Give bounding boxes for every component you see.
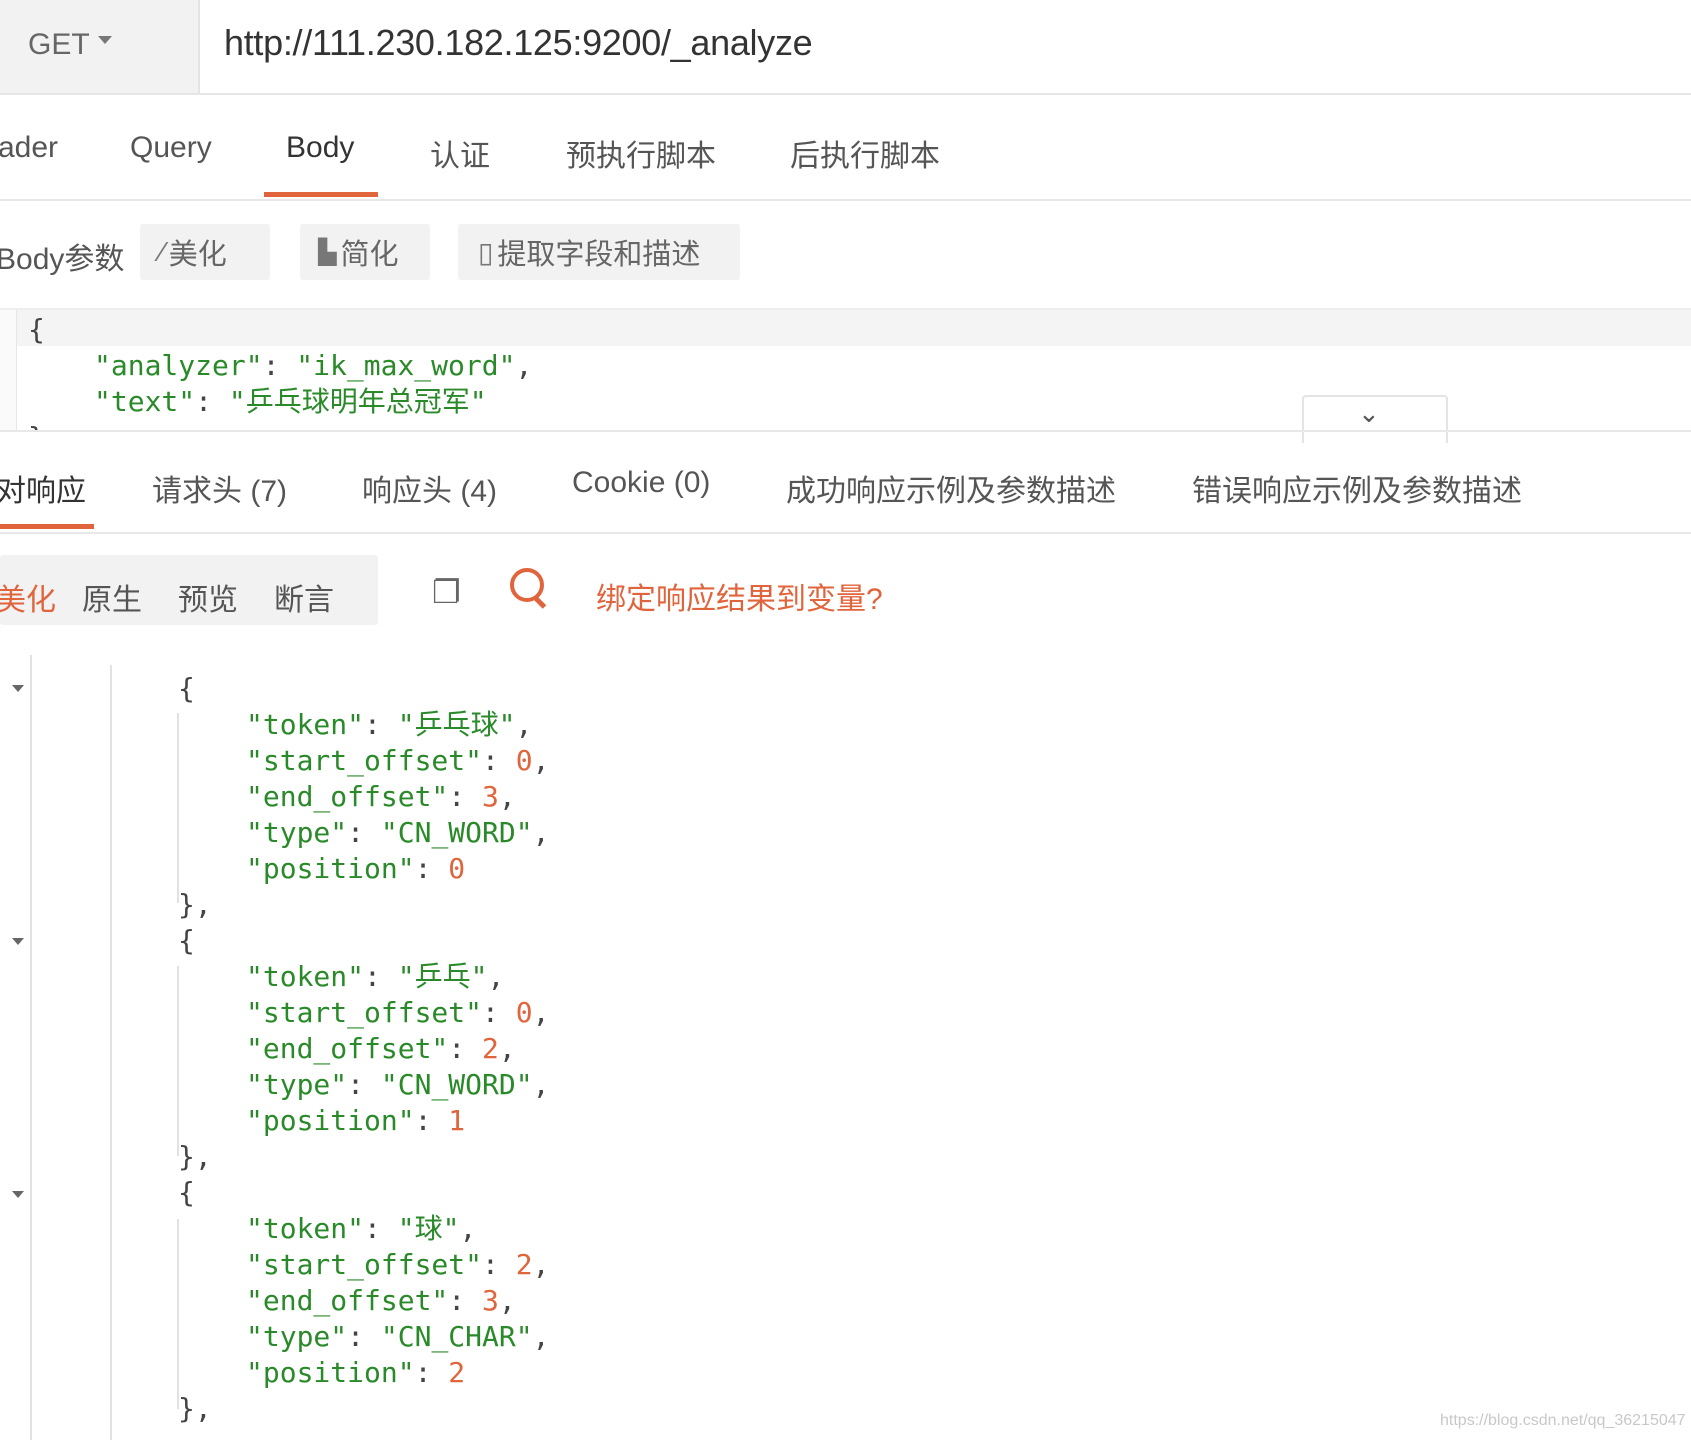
position-value: 1 — [448, 1104, 466, 1137]
token-open-brace: { — [178, 672, 195, 705]
editor-gutter — [0, 310, 17, 432]
body-params-label: Body参数 — [0, 243, 125, 276]
simplify-label: 简化 — [340, 239, 399, 271]
beautify-button[interactable]: ⁄ 美化 — [140, 224, 270, 280]
json-line: "end_offset": 3, — [246, 1284, 516, 1317]
tab-body[interactable]: Body — [286, 131, 354, 165]
start-offset-value: 0 — [515, 996, 533, 1029]
token-open-brace: { — [178, 1176, 195, 1209]
indent-guide — [177, 966, 179, 1156]
token-value: "球" — [397, 1212, 460, 1245]
view-assert[interactable]: 断言 — [274, 575, 334, 619]
fold-icon[interactable] — [12, 685, 24, 692]
method-select[interactable]: GET — [0, 0, 200, 93]
json-line: "position": 2 — [246, 1356, 466, 1389]
body-toolbar: Body参数 ⁄ 美化 ▙ 简化 ▯ 提取字段和描述 — [0, 200, 1691, 305]
json-line: "end_offset": 2, — [246, 1032, 516, 1065]
copy-icon[interactable]: ❐ — [432, 573, 461, 611]
token-close-brace: }, — [178, 888, 212, 921]
watermark: https://blog.csdn.net/qq_36215047 — [1440, 1412, 1686, 1429]
response-body-viewer[interactable]: { "token": "乒乓球", "start_offset": 0, "en… — [0, 655, 1691, 1440]
view-mode-switch: 美化 原生 预览 断言 — [0, 555, 378, 625]
caret-down-icon — [98, 36, 112, 44]
tab-response[interactable]: 对响应 — [0, 466, 86, 510]
key-text: "text" — [94, 385, 196, 418]
tab-error-example[interactable]: 错误响应示例及参数描述 — [1192, 466, 1522, 510]
response-tabs: 对响应 请求头 (7) 响应头 (4) Cookie (0) 成功响应示例及参数… — [0, 430, 1691, 534]
end-offset-value: 3 — [482, 1284, 499, 1317]
active-line-highlight — [16, 310, 1691, 346]
url-input[interactable]: http://111.230.182.125:9200/_analyze — [224, 22, 813, 64]
json-line: "start_offset": 0, — [246, 996, 550, 1029]
indent-guide — [177, 1219, 179, 1409]
json-line: "start_offset": 0, — [246, 744, 550, 777]
active-tab-indicator — [264, 192, 378, 197]
json-line: "end_offset": 3, — [246, 780, 516, 813]
end-offset-value: 2 — [482, 1032, 499, 1065]
value-analyzer: "ik_max_word" — [296, 349, 516, 382]
sitemap-icon: ▙ — [318, 238, 337, 266]
start-offset-value: 2 — [515, 1248, 533, 1281]
tab-response-headers[interactable]: 响应头 (4) — [362, 466, 497, 510]
tab-request-headers[interactable]: 请求头 (7) — [152, 466, 287, 510]
view-beautify[interactable]: 美化 — [0, 575, 56, 619]
type-value: "CN_CHAR" — [380, 1320, 533, 1353]
json-line: "start_offset": 2, — [246, 1248, 550, 1281]
active-response-tab-indicator — [0, 524, 94, 529]
tab-auth[interactable]: 认证 — [430, 131, 490, 175]
token-close-brace: }, — [178, 1392, 212, 1425]
token-open-brace: { — [178, 924, 195, 957]
json-line: "position": 1 — [246, 1104, 466, 1137]
json-line: "type": "CN_WORD", — [246, 1068, 550, 1101]
bind-response-link[interactable]: 绑定响应结果到变量? — [596, 574, 883, 618]
code-line-text: "text": "乒乓球明年总冠军" — [94, 385, 487, 418]
position-value: 0 — [448, 852, 466, 885]
tab-pre-script[interactable]: 预执行脚本 — [566, 131, 716, 175]
request-tabs: ader Query Body 认证 预执行脚本 后执行脚本 — [0, 95, 1691, 201]
end-offset-value: 3 — [482, 780, 499, 813]
view-raw[interactable]: 原生 — [82, 575, 142, 619]
key-analyzer: "analyzer" — [94, 349, 263, 382]
extract-fields-label: 提取字段和描述 — [497, 239, 701, 271]
start-offset-value: 0 — [515, 744, 533, 777]
value-text: "乒乓球明年总冠军" — [228, 385, 487, 418]
json-line: "token": "乒乓", — [246, 960, 505, 993]
fold-icon[interactable] — [12, 938, 24, 945]
indent-guide — [177, 713, 179, 903]
chevron-down-icon[interactable]: ⌄ — [1358, 398, 1380, 429]
fold-icon[interactable] — [12, 1191, 24, 1198]
beautify-label: 美化 — [168, 239, 227, 271]
json-line: "type": "CN_CHAR", — [246, 1320, 550, 1353]
search-icon-handle — [534, 596, 547, 609]
tab-success-example[interactable]: 成功响应示例及参数描述 — [786, 466, 1116, 510]
tab-post-script[interactable]: 后执行脚本 — [790, 131, 940, 175]
code-line-analyzer: "analyzer": "ik_max_word", — [94, 349, 533, 382]
type-value: "CN_WORD" — [380, 816, 533, 849]
tab-cookie[interactable]: Cookie (0) — [572, 466, 710, 500]
url-bar: GET http://111.230.182.125:9200/_analyze — [0, 0, 1691, 95]
json-line: "token": "乒乓球", — [246, 708, 533, 741]
position-value: 2 — [448, 1356, 466, 1389]
token-close-brace: }, — [178, 1140, 212, 1173]
tab-query[interactable]: Query — [130, 131, 212, 165]
type-value: "CN_WORD" — [380, 1068, 533, 1101]
magic-wand-icon: ⁄ — [160, 236, 165, 267]
tab-header[interactable]: ader — [0, 131, 58, 165]
json-line: "token": "球", — [246, 1212, 477, 1245]
response-gutter — [0, 655, 32, 1440]
json-line: "position": 0 — [246, 852, 466, 885]
view-preview[interactable]: 预览 — [178, 575, 238, 619]
json-line: "type": "CN_WORD", — [246, 816, 550, 849]
extract-fields-button[interactable]: ▯ 提取字段和描述 — [458, 224, 740, 280]
simplify-button[interactable]: ▙ 简化 — [300, 224, 430, 280]
token-value: "乒乓球" — [397, 708, 516, 741]
indent-guide — [110, 665, 112, 1440]
document-icon: ▯ — [478, 236, 494, 268]
open-brace: { — [28, 313, 45, 346]
token-value: "乒乓" — [397, 960, 488, 993]
method-label: GET — [28, 28, 90, 61]
